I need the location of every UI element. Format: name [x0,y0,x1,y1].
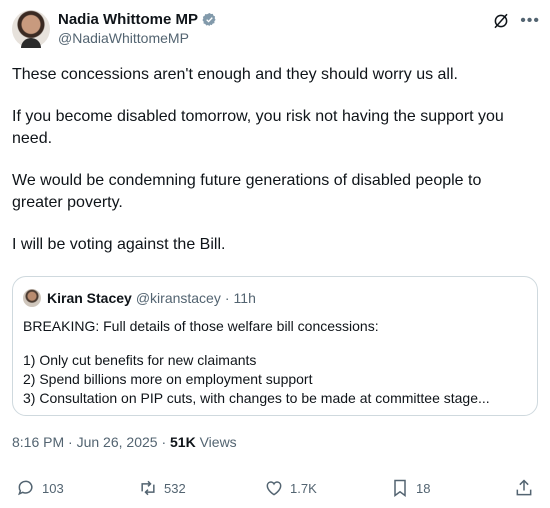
tweet-paragraph: We would be condemning future generation… [12,172,482,211]
like-count: 1.7K [290,480,317,496]
author-handle[interactable]: @NadiaWhittomeMP [58,30,189,46]
quoted-line: BREAKING: Full details of those welfare … [23,318,379,334]
bookmark-count: 18 [416,480,431,496]
quoted-line: 2) Spend billions more on employment sup… [23,371,313,387]
views-count: 51K [170,434,196,450]
quoted-author-avatar [23,289,41,307]
tweet-header: Nadia Whittome MP @NadiaWhittomeMP ••• [12,10,540,54]
action-bar: 103 532 1.7K 18 [12,478,538,502]
verified-badge-icon [202,12,216,27]
quoted-tweet-text: BREAKING: Full details of those welfare … [23,317,528,408]
quoted-tweet-header: Kiran Stacey @kiranstacey · 11h [47,290,256,306]
tweet-text: These concessions aren't enough and they… [12,64,532,276]
reply-count: 103 [42,480,64,496]
tweet-meta: 8:16 PM · Jun 26, 2025 · 51K Views [12,434,237,450]
quoted-tweet[interactable]: Kiran Stacey @kiranstacey · 11h BREAKING… [12,276,538,416]
separator-dot: · [224,290,230,306]
reply-icon [18,480,33,496]
quoted-line: 1) Only cut benefits for new claimants [23,352,257,368]
like-button[interactable]: 1.7K [264,478,317,498]
bookmark-icon [394,479,406,497]
quoted-tweet-time: 11h [233,290,256,306]
tweet-date[interactable]: Jun 26, 2025 [77,434,158,450]
quoted-author-name: Kiran Stacey [47,290,132,306]
bookmark-button[interactable]: 18 [390,478,430,498]
repost-icon [141,480,155,496]
tweet-paragraph: If you become disabled tomorrow, you ris… [12,108,504,147]
separator-dot: · [68,434,77,450]
author-avatar[interactable] [12,10,50,48]
more-options-icon[interactable]: ••• [520,12,540,30]
quoted-author-handle: @kiranstacey [135,290,221,306]
quoted-line: 3) Consultation on PIP cuts, with change… [23,390,490,406]
author-name[interactable]: Nadia Whittome MP [58,11,198,28]
separator-dot: · [161,434,171,450]
heart-icon [266,481,282,496]
repost-button[interactable]: 532 [138,478,186,498]
tweet-paragraph: I will be voting against the Bill. [12,236,226,253]
tweet-paragraph: These concessions aren't enough and they… [12,66,458,83]
grok-icon[interactable] [492,12,510,30]
reply-button[interactable]: 103 [16,478,64,498]
tweet-time[interactable]: 8:16 PM [12,434,64,450]
repost-count: 532 [164,480,186,496]
author-name-row: Nadia Whittome MP [58,11,217,28]
share-icon [516,479,532,496]
views-label: Views [199,434,237,450]
share-button[interactable] [514,478,534,498]
